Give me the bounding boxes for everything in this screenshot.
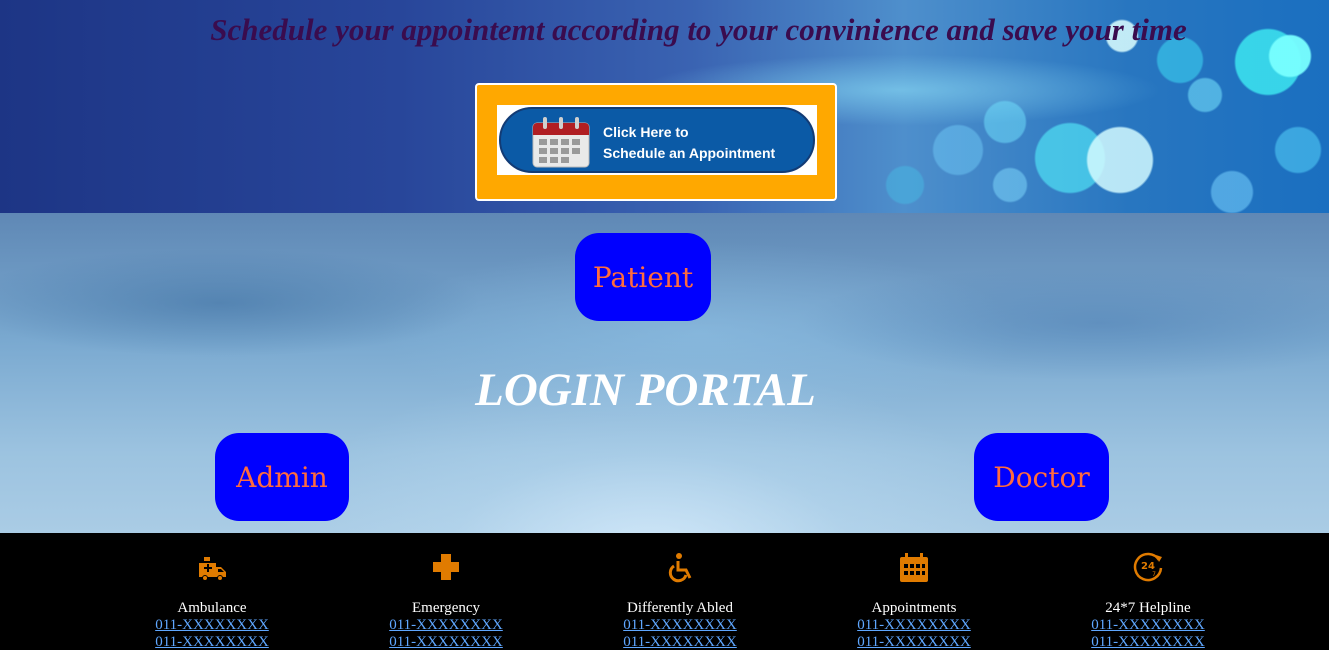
24-7-helpline-icon: 24 7 [1133, 552, 1163, 582]
footer-phone-link[interactable]: 011-XXXXXXXX [580, 617, 780, 633]
footer-label: Emergency [411, 600, 481, 616]
hero-tagline: Schedule your appointemt according to yo… [210, 12, 1187, 47]
footer-helplines: Ambulance 011-XXXXXXXX 011-XXXXXXXX Emer… [0, 533, 1329, 650]
calendar-icon [900, 553, 928, 582]
appointment-line-2: Schedule an Appointment [603, 145, 776, 161]
login-portal-title: LOGIN PORTAL [475, 364, 816, 416]
footer-phone-link[interactable]: 011-XXXXXXXX [1048, 634, 1248, 650]
footer-phone-link[interactable]: 011-XXXXXXXX [814, 617, 1014, 633]
appointment-pill[interactable]: Click Here to Schedule an Appointment [499, 107, 815, 173]
footer-phone-link[interactable]: 011-XXXXXXXX [112, 634, 312, 650]
appointment-button-label: Click Here to Schedule an Appointment [603, 122, 775, 164]
doctor-login-button[interactable]: Doctor [974, 433, 1109, 521]
appointment-line-1: Click Here to [603, 124, 689, 140]
footer-label: Appointments [871, 600, 957, 616]
login-section: Patient LOGIN PORTAL Admin Doctor [0, 213, 1329, 533]
footer-phone-link[interactable]: 011-XXXXXXXX [580, 634, 780, 650]
footer-phone-link[interactable]: 011-XXXXXXXX [1048, 617, 1248, 633]
footer-label: 24*7 Helpline [1105, 600, 1191, 616]
footer-phone-link[interactable]: 011-XXXXXXXX [814, 634, 1014, 650]
footer-phone-link[interactable]: 011-XXXXXXXX [346, 617, 546, 633]
hero-banner: Schedule your appointemt according to yo… [0, 0, 1329, 213]
svg-text:7: 7 [1152, 571, 1156, 578]
footer-label: Ambulance [177, 600, 247, 616]
appointment-banner[interactable]: Click Here to Schedule an Appointment [497, 105, 817, 175]
medical-cross-icon [433, 554, 459, 580]
calendar-icon [532, 117, 590, 168]
admin-login-button[interactable]: Admin [215, 433, 349, 521]
footer-phone-link[interactable]: 011-XXXXXXXX [112, 617, 312, 633]
footer-phone-link[interactable]: 011-XXXXXXXX [346, 634, 546, 650]
patient-login-button[interactable]: Patient [575, 233, 711, 321]
footer-label: Differently Abled [627, 600, 733, 616]
ambulance-icon [199, 557, 226, 581]
schedule-appointment-button[interactable]: Click Here to Schedule an Appointment [475, 83, 837, 201]
wheelchair-icon [668, 553, 692, 583]
